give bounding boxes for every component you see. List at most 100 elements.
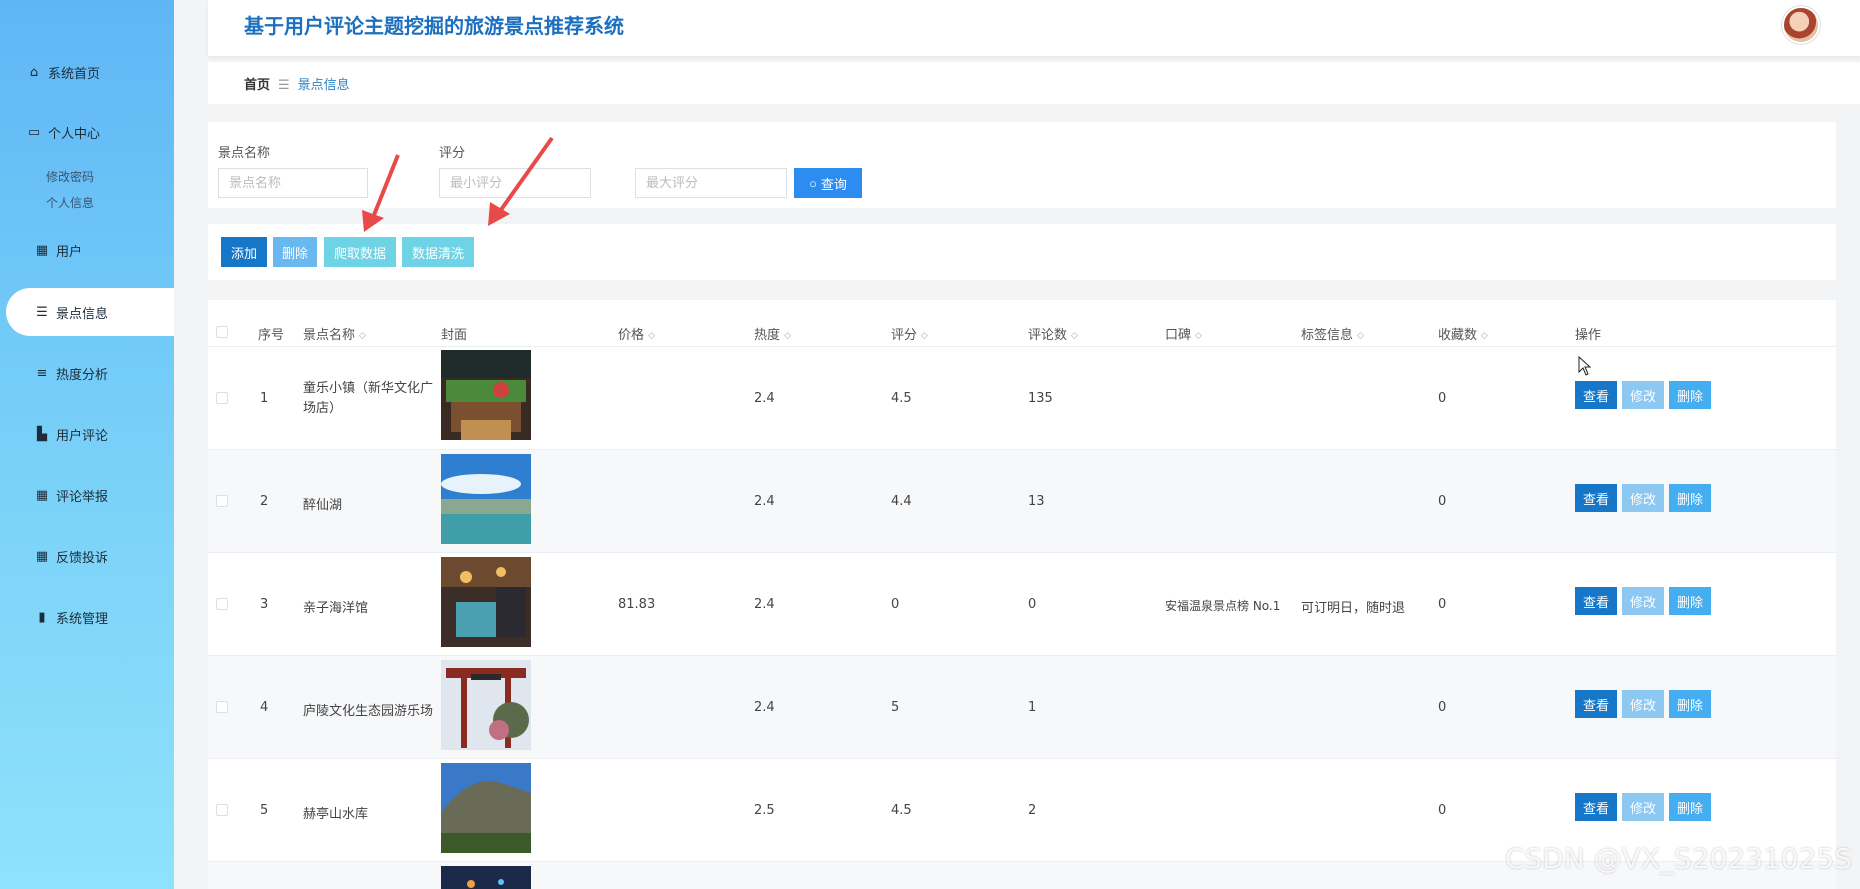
row-tags: 可订明日，随时退 — [1301, 601, 1406, 616]
row-comments: 1 — [1028, 700, 1037, 715]
sidebar-item-system-management[interactable]: ▮ 系统管理 — [0, 593, 174, 641]
sidebar-item-attractions[interactable]: ☰ 景点信息 — [6, 288, 174, 336]
sidebar-subitem-change-password[interactable]: 修改密码 — [46, 168, 94, 185]
annotation-arrow-icon — [488, 136, 554, 226]
col-header-heat[interactable]: 热度 ◇ — [754, 324, 791, 343]
sort-icon[interactable]: ◇ — [1357, 331, 1364, 340]
header: 基于用户评论主题挖掘的旅游景点推荐系统 — [208, 0, 1860, 56]
col-header-score-label: 评分 — [891, 328, 918, 343]
col-header-comments[interactable]: 评论数 ◇ — [1028, 324, 1078, 343]
row-name: 赫亭山水库 — [303, 807, 369, 822]
row-heat: 2.4 — [754, 597, 775, 612]
col-header-reputation[interactable]: 口碑 ◇ — [1165, 324, 1202, 343]
edit-button[interactable]: 修改 — [1622, 381, 1664, 409]
row-name: 童乐小镇（新华文化广场店） — [303, 381, 434, 416]
sidebar-item-home[interactable]: ⌂ 系统首页 — [0, 48, 174, 96]
bar-chart-icon: ▮ — [38, 609, 46, 625]
table-row: 3 亲子海洋馆 81.83 2.4 0 0 安福温泉景点榜 No.1 可订明日，… — [208, 552, 1836, 655]
cover-image[interactable] — [441, 763, 531, 853]
sort-icon[interactable]: ◇ — [1481, 331, 1488, 340]
sidebar-item-user-comments[interactable]: ▙ 用户评论 — [0, 410, 174, 458]
delete-button[interactable]: 删除 — [1669, 381, 1711, 409]
sidebar-subitem-personal-info[interactable]: 个人信息 — [46, 194, 94, 211]
sidebar-item-label: 反馈投诉 — [56, 550, 109, 566]
add-button[interactable]: 添加 — [221, 237, 267, 267]
view-button[interactable]: 查看 — [1575, 381, 1617, 409]
name-search-input[interactable] — [218, 168, 368, 198]
view-button[interactable]: 查看 — [1575, 690, 1617, 718]
cover-image[interactable] — [441, 660, 531, 750]
view-button[interactable]: 查看 — [1575, 793, 1617, 821]
name-label: 景点名称 — [218, 146, 271, 161]
annotation-arrow-icon — [362, 154, 400, 232]
row-favorites: 0 — [1438, 391, 1447, 406]
sidebar-item-feedback[interactable]: ▦ 反馈投诉 — [0, 532, 174, 580]
score-label: 评分 — [439, 146, 466, 161]
select-all-checkbox[interactable] — [216, 326, 228, 338]
sort-icon[interactable]: ◇ — [359, 331, 366, 340]
edit-button[interactable]: 修改 — [1622, 587, 1664, 615]
row-reputation: 安福温泉景点榜 No.1 — [1165, 599, 1281, 613]
edit-button[interactable]: 修改 — [1622, 690, 1664, 718]
breadcrumb-current: 景点信息 — [297, 78, 350, 93]
sort-icon[interactable]: ◇ — [1071, 331, 1078, 340]
col-header-tags[interactable]: 标签信息 ◇ — [1301, 324, 1364, 343]
col-header-price[interactable]: 价格 ◇ — [618, 324, 655, 343]
mouse-cursor-icon — [1578, 356, 1592, 376]
sort-icon[interactable]: ◇ — [784, 331, 791, 340]
breadcrumb-home[interactable]: 首页 — [244, 78, 270, 93]
row-checkbox[interactable] — [216, 804, 228, 816]
col-header-price-label: 价格 — [618, 328, 645, 343]
avatar[interactable] — [1782, 6, 1820, 44]
view-button[interactable]: 查看 — [1575, 587, 1617, 615]
sidebar-item-label: 用户 — [56, 244, 83, 260]
row-checkbox[interactable] — [216, 495, 228, 507]
sort-icon[interactable]: ◇ — [921, 331, 928, 340]
row-checkbox[interactable] — [216, 392, 228, 404]
table-row: 4 庐陵文化生态园游乐场 2.4 5 1 0 查看 修改 删除 — [208, 655, 1836, 758]
edit-button[interactable]: 修改 — [1622, 484, 1664, 512]
sidebar-item-comment-reports[interactable]: ▦ 评论举报 — [0, 471, 174, 519]
crawl-data-button[interactable]: 爬取数据 — [324, 237, 396, 267]
max-score-input[interactable] — [635, 168, 787, 198]
row-favorites: 0 — [1438, 803, 1447, 818]
delete-button[interactable]: 删除 — [1669, 587, 1711, 615]
col-header-favorites[interactable]: 收藏数 ◇ — [1438, 324, 1488, 343]
sidebar: ⌂ 系统首页 ▭ 个人中心 修改密码 个人信息 ▦ 用户 ☰ 景点信息 ≡ 热度… — [0, 0, 174, 889]
cover-image[interactable] — [441, 350, 531, 440]
cover-image[interactable] — [441, 866, 531, 889]
cover-image[interactable] — [441, 454, 531, 544]
grid-icon: ▦ — [35, 242, 49, 258]
delete-button[interactable]: 删除 — [1669, 690, 1711, 718]
row-name: 庐陵文化生态园游乐场 — [303, 704, 434, 719]
col-header-comments-label: 评论数 — [1028, 328, 1068, 343]
col-header-name[interactable]: 景点名称 ◇ — [303, 324, 366, 343]
col-header-cover: 封面 — [441, 328, 468, 343]
col-header-score[interactable]: 评分 ◇ — [891, 324, 928, 343]
cover-image[interactable] — [441, 557, 531, 647]
sort-icon[interactable]: ◇ — [648, 331, 655, 340]
row-index: 5 — [260, 803, 269, 818]
sidebar-item-label: 景点信息 — [56, 306, 109, 322]
batch-delete-button[interactable]: 删除 — [273, 237, 317, 267]
sidebar-item-heat-analysis[interactable]: ≡ 热度分析 — [0, 349, 174, 397]
breadcrumb-separator-icon: ☰ — [278, 78, 290, 93]
row-checkbox[interactable] — [216, 598, 228, 610]
row-name: 亲子海洋馆 — [303, 601, 369, 616]
grid-icon: ▦ — [35, 487, 49, 503]
clean-data-button[interactable]: 数据清洗 — [402, 237, 474, 267]
row-score: 0 — [891, 597, 900, 612]
delete-button[interactable]: 删除 — [1669, 793, 1711, 821]
query-button[interactable]: ○ 查询 — [794, 168, 862, 198]
card-icon: ▭ — [27, 124, 41, 140]
edit-button[interactable]: 修改 — [1622, 793, 1664, 821]
sidebar-item-label: 评论举报 — [56, 489, 109, 505]
sort-icon[interactable]: ◇ — [1195, 331, 1202, 340]
view-button[interactable]: 查看 — [1575, 484, 1617, 512]
row-price: 81.83 — [618, 597, 656, 612]
delete-button[interactable]: 删除 — [1669, 484, 1711, 512]
query-button-label: 查询 — [820, 176, 847, 192]
sidebar-item-users[interactable]: ▦ 用户 — [0, 226, 174, 274]
sidebar-item-personal-center[interactable]: ▭ 个人中心 — [0, 108, 174, 156]
row-checkbox[interactable] — [216, 701, 228, 713]
